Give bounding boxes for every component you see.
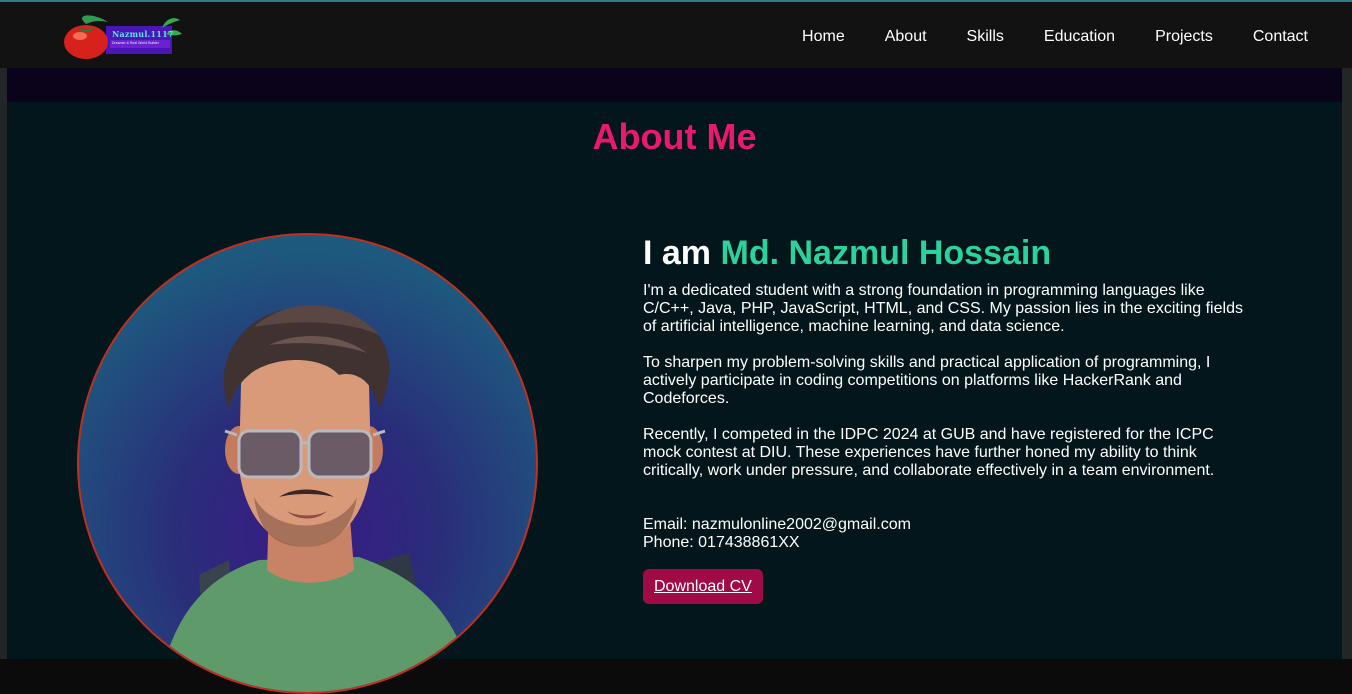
brand-logo[interactable]: Nazmul.1117 Dreamer & Real World Builder bbox=[62, 10, 186, 62]
logo-tagline: Dreamer & Real World Builder bbox=[112, 41, 160, 45]
avatar-illustration-icon bbox=[159, 305, 474, 692]
nav-item-about[interactable]: About bbox=[885, 28, 927, 46]
main-nav: Home About Skills Education Projects Con… bbox=[802, 4, 1352, 70]
left-border bbox=[0, 68, 7, 659]
phone-text: Phone: 017438861XX bbox=[643, 534, 800, 551]
about-text: I am Md. Nazmul Hossain I'm a dedicated … bbox=[643, 232, 1243, 604]
about-paragraph-2: To sharpen my problem-solving skills and… bbox=[643, 354, 1211, 407]
download-cv-button[interactable]: Download CV bbox=[643, 569, 763, 604]
about-section: About Me I am Md. Nazmul Hossain I'm a d… bbox=[7, 102, 1342, 694]
right-border bbox=[1342, 68, 1352, 659]
nav-item-education[interactable]: Education bbox=[1044, 28, 1115, 46]
email-text: Email: nazmulonline2002@gmail.com bbox=[643, 516, 911, 533]
nav-item-projects[interactable]: Projects bbox=[1155, 28, 1213, 46]
section-title: About Me bbox=[592, 116, 757, 157]
about-paragraph-1: I'm a dedicated student with a strong fo… bbox=[643, 282, 1243, 335]
intro-name: Md. Nazmul Hossain bbox=[720, 234, 1052, 272]
nav-item-skills[interactable]: Skills bbox=[967, 28, 1004, 46]
intro-heading: I am Md. Nazmul Hossain bbox=[643, 232, 1243, 274]
about-paragraph-3: Recently, I competed in the IDPC 2024 at… bbox=[643, 426, 1215, 479]
profile-avatar bbox=[77, 233, 538, 694]
nav-item-contact[interactable]: Contact bbox=[1253, 28, 1308, 46]
contact-info: Email: nazmulonline2002@gmail.com Phone:… bbox=[643, 516, 1243, 552]
intro-prefix: I am bbox=[643, 234, 712, 272]
logo-text: Nazmul.1117 bbox=[112, 29, 174, 39]
nav-item-home[interactable]: Home bbox=[802, 28, 845, 46]
hero-bottom-strip bbox=[7, 68, 1342, 102]
navbar: Nazmul.1117 Dreamer & Real World Builder… bbox=[0, 2, 1352, 68]
